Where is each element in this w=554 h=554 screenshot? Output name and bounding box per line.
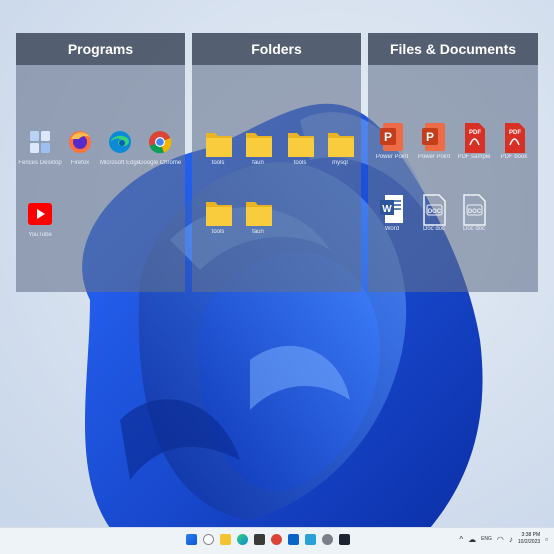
desktop-item-label: faun xyxy=(252,229,264,235)
fence-programs-title[interactable]: Programs xyxy=(16,33,185,65)
svg-text:P: P xyxy=(426,130,434,144)
fence-files-documents[interactable]: Files & Documents P Power Point P Power … xyxy=(368,33,538,292)
doc-icon: DOC xyxy=(461,193,487,226)
folder-icon xyxy=(245,196,272,226)
powerpoint-icon: P xyxy=(421,121,447,151)
folder-icon xyxy=(245,127,272,157)
store-icon[interactable] xyxy=(254,534,265,545)
desktop-item-powerpoint[interactable]: P Power Point xyxy=(372,121,412,160)
desktop-item-folder[interactable]: faun xyxy=(238,127,278,166)
fences-app-icon xyxy=(27,127,53,157)
photos-icon[interactable] xyxy=(305,534,316,545)
chevron-up-icon[interactable]: ^ xyxy=(459,535,463,544)
taskbar-pinned-apps xyxy=(186,534,350,545)
notification-icon[interactable]: ▫ xyxy=(545,535,548,544)
word-icon: W xyxy=(379,193,405,223)
file-explorer-icon[interactable] xyxy=(220,534,231,545)
svg-text:W: W xyxy=(382,204,392,215)
mail-icon[interactable] xyxy=(288,534,299,545)
wifi-icon[interactable]: ◠ xyxy=(497,535,504,544)
folder-icon xyxy=(205,127,232,157)
chrome-icon[interactable] xyxy=(271,534,282,545)
desktop-item-folder[interactable]: mysql xyxy=(320,127,360,166)
system-tray: ^ ☁ ENG ◠ ♪ 3:38 PM 10/2/2023 ▫ xyxy=(459,532,548,546)
folder-icon xyxy=(287,127,314,157)
desktop-item-doc[interactable]: DOC Doc doc xyxy=(454,193,494,232)
search-icon[interactable] xyxy=(203,534,214,545)
powerpoint-icon: P xyxy=(379,121,405,151)
terminal-icon[interactable] xyxy=(339,534,350,545)
start-icon[interactable] xyxy=(186,534,197,545)
fence-folders-title[interactable]: Folders xyxy=(192,33,361,65)
clock-date: 10/2/2023 xyxy=(517,539,541,545)
svg-text:PDF: PDF xyxy=(469,130,481,136)
settings-icon[interactable] xyxy=(322,534,333,545)
desktop-item-folder[interactable]: faun xyxy=(238,196,278,235)
youtube-icon xyxy=(27,199,53,229)
folder-icon xyxy=(327,127,354,157)
svg-text:P: P xyxy=(384,130,392,144)
firefox-icon xyxy=(67,127,93,157)
desktop-item-word[interactable]: W Word xyxy=(372,193,412,232)
pdf-icon: PDF xyxy=(461,121,487,153)
svg-text:DOC: DOC xyxy=(428,209,442,215)
desktop-item-chrome[interactable]: Google Chrome xyxy=(139,127,181,166)
clock[interactable]: 3:38 PM 10/2/2023 xyxy=(518,532,540,546)
speaker-icon[interactable]: ♪ xyxy=(509,535,513,544)
clock-time: 3:38 PM xyxy=(521,532,541,538)
svg-text:DOC: DOC xyxy=(468,209,482,215)
taskbar: ^ ☁ ENG ◠ ♪ 3:38 PM 10/2/2023 ▫ xyxy=(0,527,554,554)
desktop-item-label: YouTube xyxy=(28,232,52,238)
cloud-icon[interactable]: ☁ xyxy=(468,535,476,544)
chrome-icon xyxy=(147,127,173,157)
desktop-item-label: mysql xyxy=(332,160,348,166)
pdf-icon: PDF xyxy=(501,121,527,153)
fence-folders[interactable]: Folders tools faun tools mysql tools fau… xyxy=(192,33,361,292)
desktop-item-label: Google Chrome xyxy=(138,160,182,166)
doc-icon: DOC xyxy=(421,193,447,226)
desktop-item-pdf[interactable]: PDF PDF book xyxy=(494,121,534,160)
folder-icon xyxy=(205,196,232,226)
desktop-item-youtube[interactable]: YouTube xyxy=(20,199,60,238)
fence-programs[interactable]: Programs Fences Desktop Firefox Microsof… xyxy=(16,33,185,292)
language-indicator[interactable]: ENG xyxy=(481,536,492,542)
svg-text:PDF: PDF xyxy=(509,130,521,136)
edge-icon[interactable] xyxy=(237,534,248,545)
fence-files-title[interactable]: Files & Documents xyxy=(368,33,538,65)
edge-icon xyxy=(107,127,133,157)
